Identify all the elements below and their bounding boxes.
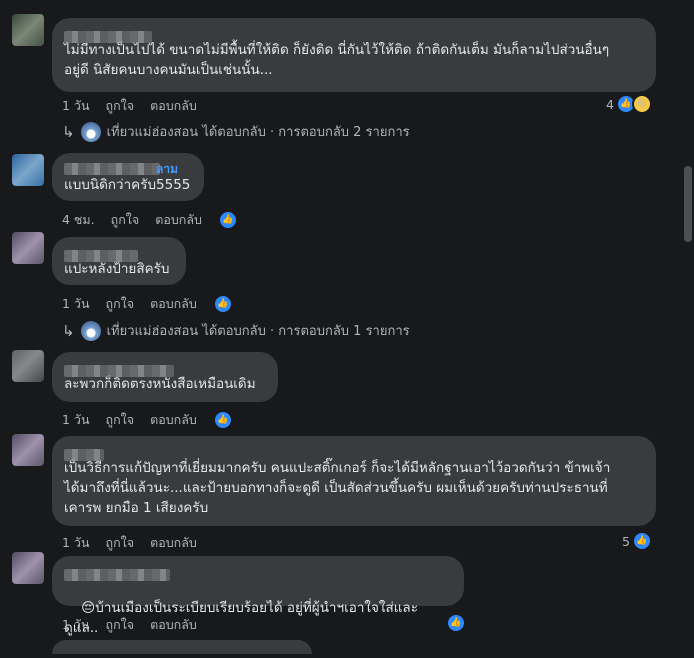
commenter-name[interactable] bbox=[64, 360, 266, 377]
like-button[interactable]: ถูกใจ bbox=[106, 615, 135, 635]
reply-arrow-icon: ↳ bbox=[62, 321, 75, 340]
comment-text: ละพวกก็ติดตรงหนังสือเหมือนเดิม bbox=[64, 376, 256, 392]
comment-bubble: ไม่มีทางเป็นไปได้ ขนาดไม่มีพื้นที่ให้ติด… bbox=[52, 18, 656, 92]
reply-button[interactable]: ตอบกลับ bbox=[150, 96, 197, 116]
avatar[interactable] bbox=[12, 434, 44, 466]
sad-face-icon: 😔 bbox=[81, 600, 96, 616]
page-avatar bbox=[80, 121, 101, 142]
reaction-count: 5 bbox=[622, 533, 630, 549]
like-reaction-icon[interactable]: 👍 bbox=[212, 294, 233, 314]
comment-time[interactable]: 1 วัน bbox=[62, 410, 90, 430]
comment-text: แบบนิดิกว่าครับ5555 bbox=[64, 177, 191, 193]
reply-button[interactable]: ตอบกลับ bbox=[150, 410, 197, 430]
avatar[interactable] bbox=[12, 350, 44, 382]
reply-button[interactable]: ตอบกลับ bbox=[155, 210, 202, 230]
comment-time[interactable]: 4 ชม. bbox=[62, 210, 95, 230]
comment-actions: 1 วัน ถูกใจ ตอบกลับ bbox=[62, 533, 197, 553]
comment-bubble: แปะหลังป้ายสิครับ bbox=[52, 237, 186, 285]
next-comment-bubble bbox=[52, 640, 312, 654]
reply-page-name: เที่ยวแม่ฮ่องสอน bbox=[106, 125, 199, 140]
comment-text: เป็นวิธีการแก้ปัญหาที่เยี่ยมมากครับ คนแป… bbox=[64, 460, 611, 516]
avatar[interactable] bbox=[12, 14, 44, 46]
comment-bubble: 😔บ้านเมืองเป็นระเบียบเรียบร้อยได้ อยู่ที… bbox=[52, 556, 464, 636]
comment-text: ไม่มีทางเป็นไปได้ ขนาดไม่มีพื้นที่ให้ติด… bbox=[64, 42, 610, 78]
like-reaction-icon: 👍 bbox=[631, 531, 652, 551]
avatar[interactable] bbox=[12, 552, 44, 584]
commenter-name[interactable] bbox=[64, 444, 644, 461]
comment-text: แปะหลังป้ายสิครับ bbox=[64, 261, 170, 277]
like-reaction-icon[interactable]: 👍 bbox=[217, 210, 238, 230]
view-replies-link[interactable]: ↳ เที่ยวแม่ฮ่องสอน ได้ตอบกลับ · การตอบกล… bbox=[62, 320, 410, 341]
comment-time[interactable]: 1 วัน bbox=[62, 294, 90, 314]
avatar[interactable] bbox=[12, 232, 44, 264]
reply-button[interactable]: ตอบกลับ bbox=[150, 615, 197, 635]
like-button[interactable]: ถูกใจ bbox=[111, 210, 140, 230]
like-button[interactable]: ถูกใจ bbox=[106, 533, 135, 553]
comment-actions: 4 ชม. ถูกใจ ตอบกลับ 👍 bbox=[62, 210, 238, 230]
reply-button[interactable]: ตอบกลับ bbox=[150, 294, 197, 314]
reply-arrow-icon: ↳ bbox=[62, 122, 75, 141]
commenter-name[interactable] bbox=[64, 245, 174, 262]
reaction-count: 4 bbox=[606, 96, 614, 112]
commenter-name-tail: ลาม bbox=[156, 162, 179, 176]
comment-actions: 1 วัน ถูกใจ ตอบกลับ bbox=[62, 96, 197, 116]
comment-actions: 1 วัน ถูกใจ ตอบกลับ 👍 bbox=[62, 294, 233, 314]
comment-bubble: เป็นวิธีการแก้ปัญหาที่เยี่ยมมากครับ คนแป… bbox=[52, 436, 656, 526]
haha-reaction-icon: 😜 bbox=[631, 94, 652, 114]
reaction-summary[interactable]: 5 👍 bbox=[622, 531, 652, 551]
like-button[interactable]: ถูกใจ bbox=[106, 294, 135, 314]
comment-actions: 1 วัน ถูกใจ ตอบกลับ 👍 bbox=[62, 410, 233, 430]
commenter-name[interactable] bbox=[64, 564, 452, 581]
view-replies-link[interactable]: ↳ เที่ยวแม่ฮ่องสอน ได้ตอบกลับ · การตอบกล… bbox=[62, 121, 410, 142]
comment-time[interactable]: 1 วัน bbox=[62, 533, 90, 553]
like-reaction-icon[interactable]: 👍 bbox=[446, 613, 466, 633]
like-button[interactable]: ถูกใจ bbox=[106, 96, 135, 116]
commenter-name[interactable]: ลาม bbox=[64, 161, 192, 176]
comment-bubble: ลาม แบบนิดิกว่าครับ5555 bbox=[52, 153, 204, 201]
avatar[interactable] bbox=[12, 154, 44, 186]
scrollbar-thumb[interactable] bbox=[684, 166, 692, 242]
reply-page-name: เที่ยวแม่ฮ่องสอน bbox=[106, 324, 199, 339]
like-button[interactable]: ถูกใจ bbox=[106, 410, 135, 430]
reply-summary: ได้ตอบกลับ · การตอบกลับ 2 รายการ bbox=[198, 125, 410, 140]
comment-time[interactable]: 1 วัน bbox=[62, 96, 90, 116]
comment-bubble: ละพวกก็ติดตรงหนังสือเหมือนเดิม bbox=[52, 352, 278, 402]
commenter-name[interactable] bbox=[64, 26, 644, 43]
like-reaction-icon[interactable]: 👍 bbox=[212, 410, 233, 430]
reaction-summary[interactable]: 4 👍 😜 bbox=[606, 94, 652, 114]
reply-summary: ได้ตอบกลับ · การตอบกลับ 1 รายการ bbox=[198, 324, 410, 339]
page-avatar bbox=[80, 320, 101, 341]
reply-button[interactable]: ตอบกลับ bbox=[150, 533, 197, 553]
comment-actions: 1 วัน ถูกใจ ตอบกลับ bbox=[62, 615, 197, 635]
comment-time[interactable]: 1 วัน bbox=[62, 615, 90, 635]
